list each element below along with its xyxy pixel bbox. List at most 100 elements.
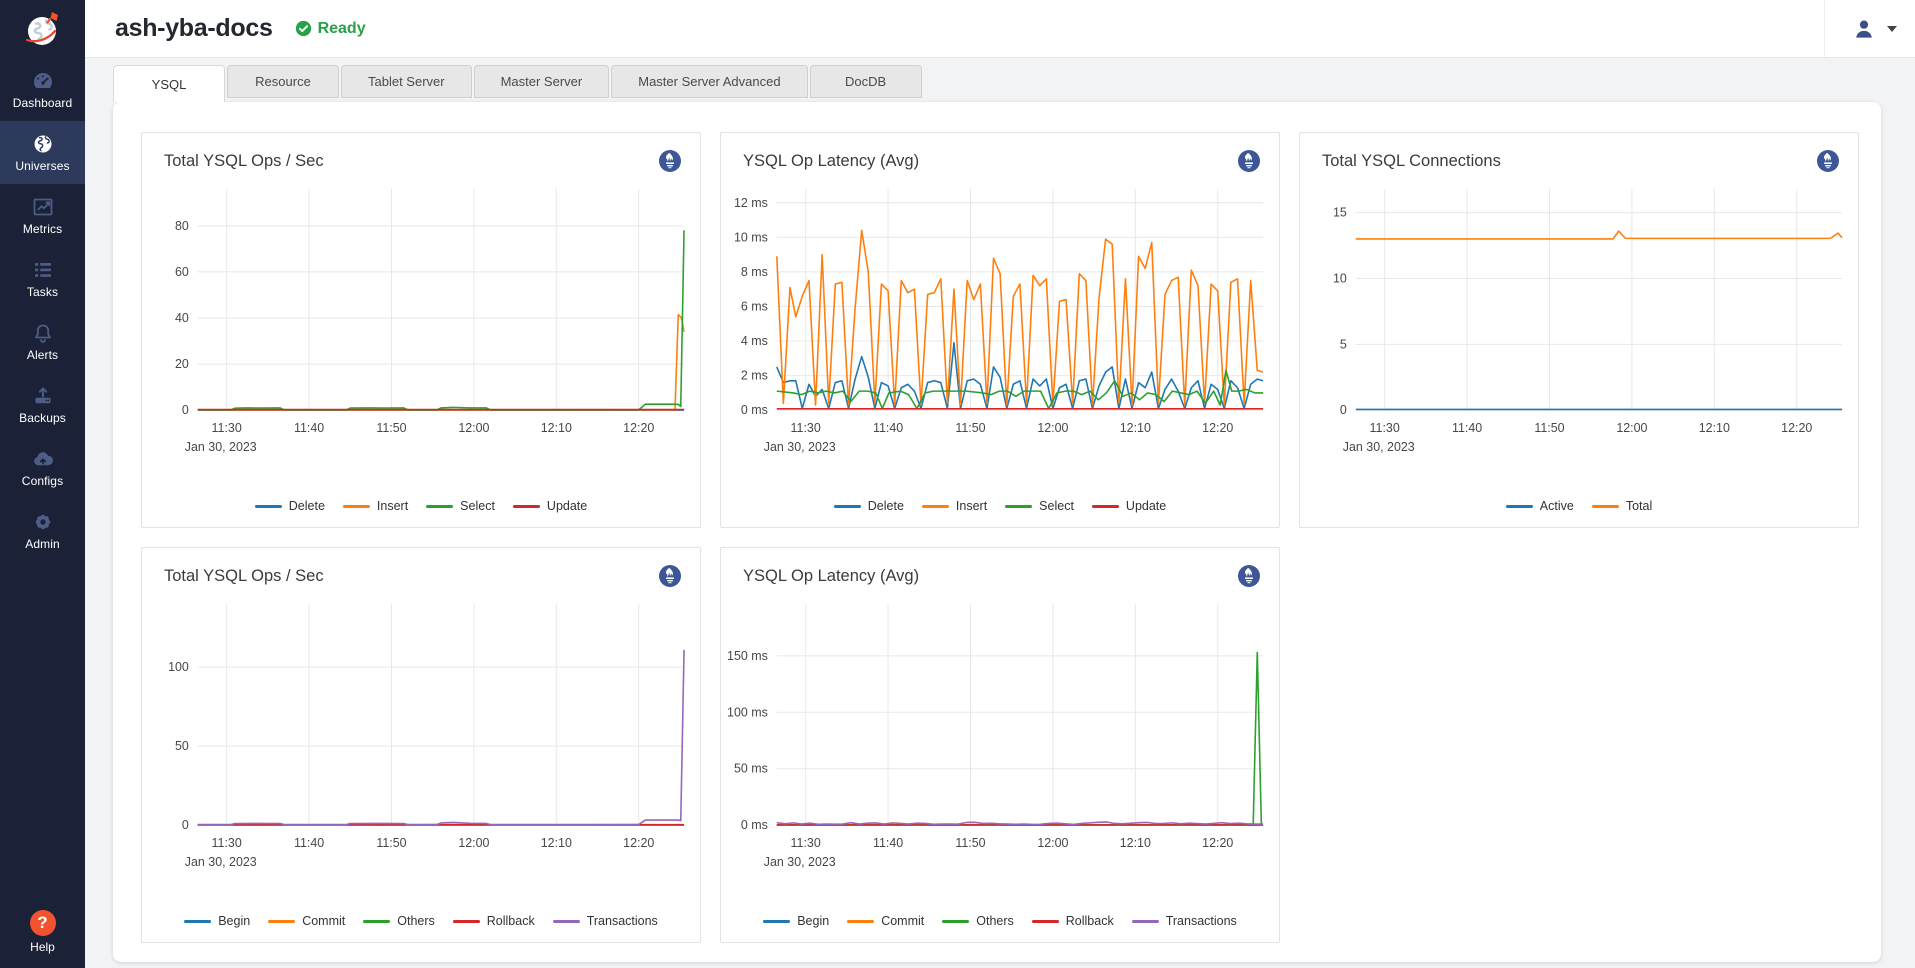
svg-text:50 ms: 50 ms xyxy=(734,762,768,776)
legend-item-update[interactable]: Update xyxy=(513,499,587,513)
prometheus-icon[interactable] xyxy=(1237,564,1261,588)
legend-swatch xyxy=(426,505,453,508)
svg-text:11:30: 11:30 xyxy=(212,836,242,850)
tab-master-server-advanced[interactable]: Master Server Advanced xyxy=(611,65,807,98)
legend-item-rollback[interactable]: Rollback xyxy=(453,914,535,928)
legend-item-begin[interactable]: Begin xyxy=(763,914,829,928)
bell-icon xyxy=(31,321,55,345)
legend-item-others[interactable]: Others xyxy=(363,914,435,928)
chart-title: YSQL Op Latency (Avg) xyxy=(743,152,919,171)
main-content: YSQL Resource Tablet Server Master Serve… xyxy=(85,58,1915,968)
svg-text:0: 0 xyxy=(182,818,189,832)
legend-label: Rollback xyxy=(487,914,535,928)
legend-swatch xyxy=(847,920,874,923)
svg-text:11:30: 11:30 xyxy=(791,836,821,850)
legend-item-rollback[interactable]: Rollback xyxy=(1032,914,1114,928)
sidebar-item-dashboard[interactable]: Dashboard xyxy=(0,58,85,121)
legend-swatch xyxy=(553,920,580,923)
legend-item-insert[interactable]: Insert xyxy=(922,499,987,513)
prometheus-icon[interactable] xyxy=(658,149,682,173)
svg-text:0: 0 xyxy=(182,403,189,417)
svg-text:12:20: 12:20 xyxy=(623,421,654,435)
line-chart-plot: 0 ms2 ms4 ms6 ms8 ms10 ms12 ms11:3011:40… xyxy=(721,179,1279,470)
sidebar-item-tasks[interactable]: Tasks xyxy=(0,247,85,310)
legend-item-transactions[interactable]: Transactions xyxy=(553,914,658,928)
chevron-down-icon xyxy=(1887,26,1897,32)
legend-item-begin[interactable]: Begin xyxy=(184,914,250,928)
sidebar-spacer xyxy=(0,562,85,896)
prometheus-icon[interactable] xyxy=(1816,149,1840,173)
sidebar-item-help[interactable]: ? Help xyxy=(0,896,85,968)
sidebar-item-metrics[interactable]: Metrics xyxy=(0,184,85,247)
svg-text:11:40: 11:40 xyxy=(873,421,903,435)
sidebar-item-label: Backups xyxy=(19,411,66,425)
tab-resource[interactable]: Resource xyxy=(227,65,339,98)
legend-label: Update xyxy=(547,499,587,513)
line-chart-plot: 05101511:3011:4011:5012:0012:1012:20Jan … xyxy=(1300,179,1858,470)
svg-text:Jan 30, 2023: Jan 30, 2023 xyxy=(1343,440,1415,454)
svg-text:5: 5 xyxy=(1340,337,1347,351)
svg-text:12:20: 12:20 xyxy=(623,836,654,850)
sidebar: Dashboard Universes Metrics Tasks Alert xyxy=(0,0,85,968)
sidebar-item-admin[interactable]: Admin xyxy=(0,499,85,562)
user-menu[interactable] xyxy=(1824,0,1897,57)
svg-text:11:50: 11:50 xyxy=(955,836,985,850)
svg-text:12:10: 12:10 xyxy=(541,836,572,850)
tab-master-server[interactable]: Master Server xyxy=(474,65,610,98)
svg-text:12:20: 12:20 xyxy=(1781,421,1812,435)
svg-text:12:20: 12:20 xyxy=(1202,421,1233,435)
svg-text:100: 100 xyxy=(168,660,189,674)
yugabyte-rocket-logo xyxy=(22,8,64,50)
legend-swatch xyxy=(343,505,370,508)
status-badge: Ready xyxy=(295,20,366,38)
legend-item-insert[interactable]: Insert xyxy=(343,499,408,513)
tab-ysql[interactable]: YSQL xyxy=(113,65,225,102)
legend-label: Insert xyxy=(377,499,408,513)
legend-swatch xyxy=(453,920,480,923)
prometheus-icon[interactable] xyxy=(1237,149,1261,173)
legend-label: Others xyxy=(397,914,435,928)
svg-text:0 ms: 0 ms xyxy=(741,403,768,417)
tab-tablet-server[interactable]: Tablet Server xyxy=(341,65,472,98)
status-text: Ready xyxy=(318,20,366,38)
legend-label: Rollback xyxy=(1066,914,1114,928)
legend-item-active[interactable]: Active xyxy=(1506,499,1574,513)
chart-card-total-ysql-connections: Total YSQL Connections 05101511:3011:401… xyxy=(1299,132,1859,528)
svg-text:60: 60 xyxy=(175,265,189,279)
legend-item-select[interactable]: Select xyxy=(426,499,495,513)
legend-swatch xyxy=(363,920,390,923)
check-circle-icon xyxy=(295,20,312,37)
legend-swatch xyxy=(834,505,861,508)
legend-item-transactions[interactable]: Transactions xyxy=(1132,914,1237,928)
chart-title: Total YSQL Connections xyxy=(1322,152,1501,171)
svg-text:11:40: 11:40 xyxy=(294,836,324,850)
legend-swatch xyxy=(922,505,949,508)
legend-item-total[interactable]: Total xyxy=(1592,499,1652,513)
legend-item-delete[interactable]: Delete xyxy=(834,499,904,513)
tab-docdb[interactable]: DocDB xyxy=(810,65,922,98)
legend-swatch xyxy=(255,505,282,508)
yugabyte-rocket-logo[interactable] xyxy=(0,0,85,58)
sidebar-item-universes[interactable]: Universes xyxy=(0,121,85,184)
sidebar-item-alerts[interactable]: Alerts xyxy=(0,310,85,373)
chart-card-ysql-op-latency-1: YSQL Op Latency (Avg) 0 ms2 ms4 ms6 ms8 … xyxy=(720,132,1280,528)
legend-item-delete[interactable]: Delete xyxy=(255,499,325,513)
svg-text:100 ms: 100 ms xyxy=(727,705,768,719)
sidebar-item-label: Dashboard xyxy=(13,96,73,110)
chart-legend: Active Total xyxy=(1506,499,1652,513)
sidebar-item-configs[interactable]: Configs xyxy=(0,436,85,499)
prometheus-icon[interactable] xyxy=(658,564,682,588)
legend-item-select[interactable]: Select xyxy=(1005,499,1074,513)
svg-text:11:30: 11:30 xyxy=(212,421,242,435)
legend-item-commit[interactable]: Commit xyxy=(268,914,345,928)
person-icon xyxy=(1851,16,1877,42)
legend-item-commit[interactable]: Commit xyxy=(847,914,924,928)
legend-label: Active xyxy=(1540,499,1574,513)
line-chart-plot: 05010011:3011:4011:5012:0012:1012:20Jan … xyxy=(142,594,700,885)
legend-item-others[interactable]: Others xyxy=(942,914,1014,928)
sidebar-item-label: Alerts xyxy=(27,348,58,362)
chart-title: YSQL Op Latency (Avg) xyxy=(743,567,919,586)
line-chart-icon xyxy=(31,195,55,219)
sidebar-item-backups[interactable]: Backups xyxy=(0,373,85,436)
legend-item-update[interactable]: Update xyxy=(1092,499,1166,513)
